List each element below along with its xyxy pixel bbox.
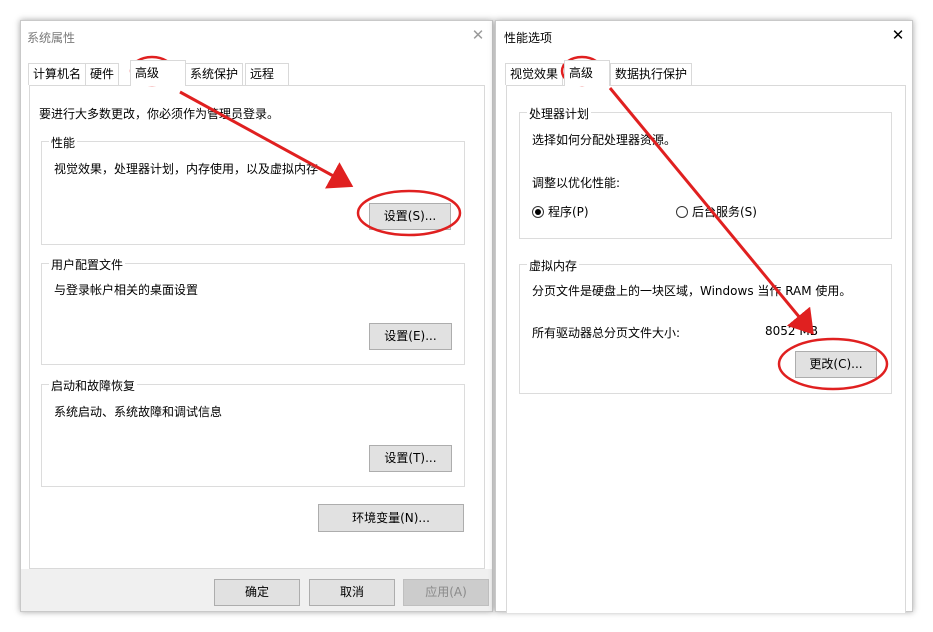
apply-button[interactable]: 应用(A)	[403, 579, 489, 606]
tab-advanced[interactable]: 高级	[130, 60, 186, 86]
tab-strip: 计算机名 硬件 高级 系统保护 远程	[28, 60, 494, 86]
tab-advanced[interactable]: 高级	[564, 60, 610, 86]
tab-hardware[interactable]: 硬件	[85, 63, 120, 85]
performance-group: 性能 视觉效果，处理器计划，内存使用，以及虚拟内存 设置(S)...	[41, 134, 465, 245]
startup-recovery-settings-button[interactable]: 设置(T)...	[369, 445, 452, 472]
tab-remote[interactable]: 远程	[245, 63, 289, 85]
performance-label: 性能	[49, 134, 78, 151]
performance-settings-button[interactable]: 设置(S)...	[369, 203, 451, 230]
close-icon[interactable]: ✕	[890, 26, 906, 44]
radio-programs-label: 程序(P)	[548, 205, 589, 219]
admin-note: 要进行大多数更改，你必须作为管理员登录。	[39, 107, 280, 121]
system-properties-window: 系统属性 ✕ 计算机名 硬件 高级 系统保护 远程 要进行大多数更改，你必须作为…	[20, 20, 493, 612]
change-virtual-memory-button[interactable]: 更改(C)...	[795, 351, 877, 378]
tab-computer-name[interactable]: 计算机名	[28, 63, 87, 85]
user-profiles-settings-button[interactable]: 设置(E)...	[369, 323, 452, 350]
startup-recovery-description: 系统启动、系统故障和调试信息	[54, 405, 223, 419]
startup-recovery-group: 启动和故障恢复 系统启动、系统故障和调试信息 设置(T)...	[41, 377, 465, 487]
performance-options-window: 性能选项 ✕ 视觉效果 高级 数据执行保护 处理器计划 选择如何分配处理器资源。…	[495, 20, 913, 613]
processor-scheduling-group: 处理器计划 选择如何分配处理器资源。 调整以优化性能: 程序(P) 后台服务(S…	[519, 105, 892, 239]
user-profiles-description: 与登录帐户相关的桌面设置	[54, 283, 199, 297]
environment-variables-button[interactable]: 环境变量(N)...	[318, 504, 464, 532]
virtual-memory-label: 虚拟内存	[527, 257, 580, 274]
radio-services-label: 后台服务(S)	[692, 205, 757, 219]
tab-visual-effects[interactable]: 视觉效果	[505, 63, 564, 85]
tab-system-protection[interactable]: 系统保护	[185, 63, 244, 85]
cancel-button[interactable]: 取消	[309, 579, 395, 606]
radio-background-services[interactable]: 后台服务(S)	[676, 203, 757, 220]
tab-data-execution-prevention[interactable]: 数据执行保护	[610, 63, 693, 85]
processor-scheduling-label: 处理器计划	[527, 105, 592, 122]
ok-button[interactable]: 确定	[214, 579, 300, 606]
window-title: 系统属性	[27, 31, 76, 45]
user-profiles-label: 用户配置文件	[49, 256, 126, 273]
user-profiles-group: 用户配置文件 与登录帐户相关的桌面设置 设置(E)...	[41, 256, 465, 365]
radio-programs[interactable]: 程序(P)	[532, 203, 589, 220]
processor-scheduling-description: 选择如何分配处理器资源。	[532, 133, 677, 147]
virtual-memory-description: 分页文件是硬盘上的一块区域，Windows 当作 RAM 使用。	[532, 284, 852, 298]
paging-total-label: 所有驱动器总分页文件大小:	[532, 326, 681, 340]
virtual-memory-group: 虚拟内存 分页文件是硬盘上的一块区域，Windows 当作 RAM 使用。 所有…	[519, 257, 892, 394]
paging-total-value: 8052 MB	[765, 324, 818, 338]
screenshot-canvas: 系统属性 ✕ 计算机名 硬件 高级 系统保护 远程 要进行大多数更改，你必须作为…	[0, 0, 933, 632]
tab-strip: 视觉效果 高级 数据执行保护	[505, 60, 905, 86]
radio-unselected-icon	[676, 206, 688, 218]
window-title: 性能选项	[504, 31, 553, 45]
startup-recovery-label: 启动和故障恢复	[49, 377, 138, 394]
performance-description: 视觉效果，处理器计划，内存使用，以及虚拟内存	[54, 162, 319, 176]
radio-selected-icon	[532, 206, 544, 218]
adjust-performance-label: 调整以优化性能:	[532, 176, 621, 190]
close-icon[interactable]: ✕	[470, 26, 486, 44]
